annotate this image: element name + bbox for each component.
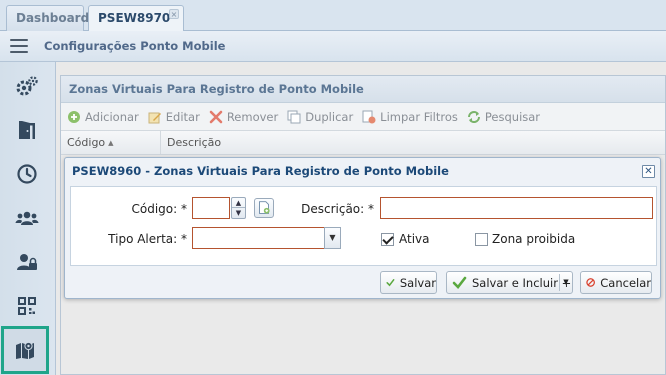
cancel-button[interactable]: Cancelar xyxy=(580,271,652,294)
remove-button[interactable]: Remover xyxy=(209,110,278,124)
add-label: Adicionar xyxy=(85,109,139,124)
column-header-description[interactable]: Descrição xyxy=(161,136,221,149)
qr-code-icon xyxy=(18,297,36,315)
grid-header: Código ▲ Descrição xyxy=(61,131,665,155)
sidebar-item-users[interactable] xyxy=(4,198,50,238)
zona-proibida-checkbox[interactable] xyxy=(475,233,488,246)
save-label: Salvar xyxy=(399,275,436,290)
codigo-input[interactable] xyxy=(192,197,230,219)
document-search-icon xyxy=(259,201,270,214)
ativa-label: Ativa xyxy=(399,232,430,246)
ativa-checkbox[interactable] xyxy=(381,233,394,246)
tab-label: PSEW8970 xyxy=(98,11,171,25)
save-and-add-button[interactable]: Salvar e Incluir + ▼ xyxy=(446,271,573,294)
save-and-add-label: Salvar e Incluir + xyxy=(472,275,572,290)
sidebar-item-door[interactable] xyxy=(4,110,50,150)
codigo-label: Código: * xyxy=(131,202,188,216)
chevron-down-icon[interactable]: ▼ xyxy=(324,227,341,249)
menu-icon[interactable] xyxy=(10,39,28,54)
app-header: Configurações Ponto Mobile xyxy=(0,31,666,62)
column-code-label: Código xyxy=(67,136,106,149)
grid-toolbar: Adicionar Editar Remover Duplicar Limpar… xyxy=(61,103,665,131)
lookup-button[interactable] xyxy=(254,198,274,218)
edit-icon xyxy=(148,112,161,123)
descricao-label: Descrição: * xyxy=(301,202,374,216)
sidebar xyxy=(0,62,56,375)
search-button[interactable]: Pesquisar xyxy=(467,110,540,124)
map-icon xyxy=(16,341,34,359)
column-header-code[interactable]: Código ▲ xyxy=(61,131,161,154)
dialog-footer: Salvar Salvar e Incluir + ▼ Cancelar xyxy=(65,266,660,298)
duplicate-label: Duplicar xyxy=(305,109,354,124)
check-icon xyxy=(452,276,467,289)
duplicate-icon xyxy=(287,110,301,123)
gears-icon xyxy=(16,76,38,96)
descricao-input[interactable] xyxy=(380,197,653,219)
clear-filter-icon xyxy=(362,110,376,123)
cancel-icon xyxy=(586,278,595,287)
chevron-down-icon[interactable]: ▼ xyxy=(232,208,245,218)
clock-icon xyxy=(17,164,37,184)
chevron-up-icon[interactable]: ▲ xyxy=(232,198,245,208)
check-icon xyxy=(386,279,395,287)
dialog-title: PSEW8960 - Zonas Virtuais Para Registro … xyxy=(72,164,449,178)
page-title: Configurações Ponto Mobile xyxy=(44,39,226,53)
sidebar-item-settings[interactable] xyxy=(4,66,50,106)
users-icon xyxy=(15,211,39,225)
sidebar-item-user-lock[interactable] xyxy=(4,242,50,282)
user-lock-icon xyxy=(17,254,37,270)
edit-button[interactable]: Editar xyxy=(148,110,200,124)
sidebar-item-clock[interactable] xyxy=(4,154,50,194)
codigo-stepper[interactable]: ▲ ▼ xyxy=(231,197,246,219)
clear-filters-button[interactable]: Limpar Filtros xyxy=(362,110,458,124)
remove-label: Remover xyxy=(226,109,279,124)
sort-asc-icon: ▲ xyxy=(108,138,114,147)
close-tab-icon[interactable]: × xyxy=(169,9,179,19)
tipo-alerta-label: Tipo Alerta: * xyxy=(108,232,187,246)
zone-dialog: PSEW8960 - Zonas Virtuais Para Registro … xyxy=(64,157,661,299)
save-button[interactable]: Salvar xyxy=(380,271,437,294)
search-label: Pesquisar xyxy=(484,109,541,124)
chevron-down-icon[interactable]: ▼ xyxy=(559,274,572,291)
edit-label: Editar xyxy=(165,109,200,124)
tipo-alerta-select[interactable] xyxy=(192,227,325,249)
dialog-form: Código: * ▲ ▼ Descrição: * Tipo Alerta: … xyxy=(70,186,657,266)
add-icon xyxy=(68,110,80,123)
tab-psew8970[interactable]: PSEW8970 × xyxy=(88,5,184,32)
refresh-icon xyxy=(467,110,480,123)
sidebar-item-map[interactable] xyxy=(1,326,49,374)
clear-filters-label: Limpar Filtros xyxy=(380,109,458,124)
cancel-label: Cancelar xyxy=(600,275,651,290)
tab-dashboard[interactable]: Dashboard xyxy=(6,5,89,31)
sidebar-item-qr[interactable] xyxy=(4,286,50,326)
zona-proibida-label: Zona proibida xyxy=(492,232,576,246)
remove-icon xyxy=(209,110,223,123)
door-icon xyxy=(19,121,35,139)
duplicate-button[interactable]: Duplicar xyxy=(287,110,353,124)
close-icon[interactable]: ✕ xyxy=(642,165,655,178)
panel-title: Zonas Virtuais Para Registro de Ponto Mo… xyxy=(61,76,665,103)
tab-bar: Dashboard PSEW8970 × xyxy=(0,0,666,32)
add-button[interactable]: Adicionar xyxy=(67,110,139,124)
